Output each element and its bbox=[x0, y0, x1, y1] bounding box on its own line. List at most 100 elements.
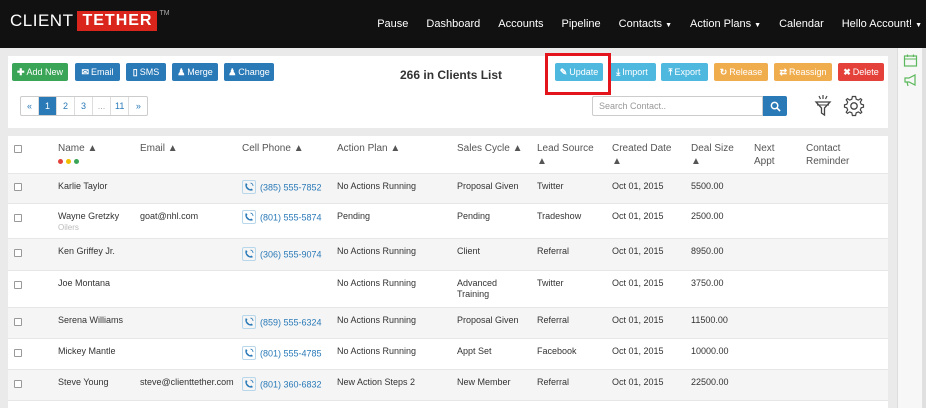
pagination-next[interactable]: » bbox=[129, 97, 147, 115]
nav-account-menu[interactable]: Hello Account! ▼ bbox=[842, 18, 922, 30]
cell-phone[interactable]: (801) 360-6832 bbox=[242, 377, 322, 392]
contact-name[interactable]: Wayne Gretzky bbox=[58, 211, 119, 222]
nav-action-plans[interactable]: Action Plans ▼ bbox=[690, 18, 761, 30]
cell-phone[interactable]: (385) 555-7852 bbox=[242, 180, 322, 195]
header-contact-reminder-line1: Contact bbox=[806, 143, 841, 154]
row-checkbox[interactable] bbox=[14, 183, 22, 191]
email-button[interactable]: ✉ Email bbox=[75, 63, 120, 81]
megaphone-icon[interactable] bbox=[903, 73, 919, 87]
contact-company: Oilers bbox=[58, 223, 79, 232]
calendar-icon[interactable] bbox=[903, 54, 919, 68]
lead-source: Tradeshow bbox=[537, 211, 582, 221]
row-checkbox[interactable] bbox=[14, 318, 22, 326]
release-button[interactable]: ↻ Release bbox=[714, 63, 768, 81]
call-icon[interactable] bbox=[242, 247, 256, 261]
cell-phone[interactable]: (306) 555-9074 bbox=[242, 247, 322, 262]
contact-email[interactable]: goat@nhl.com bbox=[140, 211, 198, 222]
phone-number[interactable]: (801) 555-5874 bbox=[260, 212, 322, 222]
contact-name[interactable]: Joe Montana bbox=[58, 278, 110, 289]
phone-number[interactable]: (801) 555-4785 bbox=[260, 348, 322, 358]
contact-name[interactable]: Serena Williams bbox=[58, 315, 123, 326]
sales-cycle: Appt Set bbox=[457, 346, 492, 356]
phone-number[interactable]: (801) 360-6832 bbox=[260, 379, 322, 389]
gear-icon[interactable] bbox=[842, 94, 866, 118]
pagination-page-11[interactable]: 11 bbox=[111, 97, 130, 115]
row-checkbox[interactable] bbox=[14, 214, 22, 222]
export-button[interactable]: ⤒ Export bbox=[661, 63, 708, 81]
row-checkbox[interactable] bbox=[14, 380, 22, 388]
nav-pipeline[interactable]: Pipeline bbox=[562, 18, 601, 30]
header-deal-size-label: Deal Size bbox=[691, 143, 734, 154]
header-name[interactable]: Name ▲ bbox=[58, 142, 97, 168]
app-logo[interactable]: CLIENT TETHER TM bbox=[10, 10, 170, 32]
created-date: Oct 01, 2015 bbox=[612, 377, 664, 387]
pagination-page-1[interactable]: 1 bbox=[39, 97, 57, 115]
contact-name[interactable]: Ken Griffey Jr. bbox=[58, 246, 115, 257]
header-sales-cycle[interactable]: Sales Cycle ▲ bbox=[457, 142, 522, 155]
row-checkbox[interactable] bbox=[14, 349, 22, 357]
pagination-page-2[interactable]: 2 bbox=[57, 97, 75, 115]
call-icon[interactable] bbox=[242, 210, 256, 224]
call-icon[interactable] bbox=[242, 377, 256, 391]
contact-name[interactable]: Steve Young bbox=[58, 377, 109, 388]
toolbar-panel: ✚ Add New ✉ Email ▯ SMS ♟ Merge ♟ Change 266 … bbox=[8, 56, 888, 128]
table-row[interactable]: Steve Young steve@clienttether.com (801)… bbox=[8, 370, 888, 401]
delete-button[interactable]: ✖ Delete bbox=[838, 63, 884, 81]
yellow-dot bbox=[66, 159, 71, 164]
table-row[interactable]: Mickey Mantle (801) 555-4785 No Actions … bbox=[8, 339, 888, 370]
pagination-page-3[interactable]: 3 bbox=[75, 97, 93, 115]
phone-number[interactable]: (859) 555-6324 bbox=[260, 317, 322, 327]
action-plan: New Action Steps 2 bbox=[337, 377, 416, 387]
header-email[interactable]: Email ▲ bbox=[140, 142, 178, 155]
contact-name[interactable]: Mickey Mantle bbox=[58, 346, 116, 357]
nav-contacts[interactable]: Contacts ▼ bbox=[619, 18, 672, 30]
header-lead-source[interactable]: Lead Source ▲ bbox=[537, 142, 594, 168]
cell-phone[interactable]: (859) 555-6324 bbox=[242, 315, 322, 330]
filter-icon[interactable] bbox=[811, 94, 835, 118]
lead-source: Twitter bbox=[537, 181, 564, 191]
contact-name[interactable]: Karlie Taylor bbox=[58, 181, 107, 192]
row-checkbox[interactable] bbox=[14, 281, 22, 289]
table-row[interactable]: Karlie Taylor (385) 555-7852 No Actions … bbox=[8, 174, 888, 204]
header-contact-reminder[interactable]: Contact Reminder bbox=[806, 142, 849, 168]
header-created-date[interactable]: Created Date ▲ bbox=[612, 142, 671, 168]
sms-button[interactable]: ▯ SMS bbox=[126, 63, 166, 81]
nav-pause[interactable]: Pause bbox=[377, 18, 408, 30]
header-cell-phone[interactable]: Cell Phone ▲ bbox=[242, 142, 304, 155]
page-scrollbar[interactable] bbox=[922, 48, 926, 408]
table-row[interactable]: Ken Griffey Jr. (306) 555-9074 No Action… bbox=[8, 239, 888, 271]
row-checkbox[interactable] bbox=[14, 249, 22, 257]
refresh-icon: ↻ bbox=[719, 66, 728, 77]
reassign-button[interactable]: ⇄ Reassign bbox=[774, 63, 832, 81]
phone-number[interactable]: (385) 555-7852 bbox=[260, 182, 322, 192]
add-new-button[interactable]: ✚ Add New bbox=[12, 63, 68, 81]
email-label: Email bbox=[91, 67, 114, 77]
sms-label: SMS bbox=[139, 67, 160, 77]
nav-accounts[interactable]: Accounts bbox=[498, 18, 543, 30]
header-action-plan[interactable]: Action Plan ▲ bbox=[337, 142, 400, 155]
search-button[interactable] bbox=[763, 96, 787, 116]
header-next-appt[interactable]: Next Appt bbox=[754, 142, 775, 168]
select-all-checkbox[interactable] bbox=[14, 145, 22, 153]
search-input[interactable]: Search Contact.. bbox=[592, 96, 763, 116]
table-row[interactable]: Serena Williams (859) 555-6324 No Action… bbox=[8, 308, 888, 339]
import-button[interactable]: ⤓ Import bbox=[608, 63, 656, 81]
call-icon[interactable] bbox=[242, 180, 256, 194]
pagination-prev[interactable]: « bbox=[21, 97, 39, 115]
nav-calendar[interactable]: Calendar bbox=[779, 18, 824, 30]
change-button[interactable]: ♟ Change bbox=[224, 63, 274, 81]
contact-email[interactable]: steve@clienttether.com bbox=[140, 377, 234, 388]
sales-cycle: Pending bbox=[457, 211, 491, 221]
header-deal-size[interactable]: Deal Size ▲ bbox=[691, 142, 734, 168]
call-icon[interactable] bbox=[242, 315, 256, 329]
phone-number[interactable]: (306) 555-9074 bbox=[260, 249, 322, 259]
nav-dashboard[interactable]: Dashboard bbox=[426, 18, 480, 30]
pagination: « 1 2 3 ... 11 » bbox=[20, 96, 149, 116]
call-icon[interactable] bbox=[242, 346, 256, 360]
cell-phone[interactable]: (801) 555-4785 bbox=[242, 346, 322, 361]
plus-icon: ✚ bbox=[16, 66, 25, 77]
table-row[interactable]: Joe Montana No Actions Running Advanced … bbox=[8, 271, 888, 308]
merge-button[interactable]: ♟ Merge bbox=[172, 63, 218, 81]
cell-phone[interactable]: (801) 555-5874 bbox=[242, 210, 322, 225]
table-row[interactable]: Wayne Gretzky Oilers goat@nhl.com (801) … bbox=[8, 204, 888, 239]
